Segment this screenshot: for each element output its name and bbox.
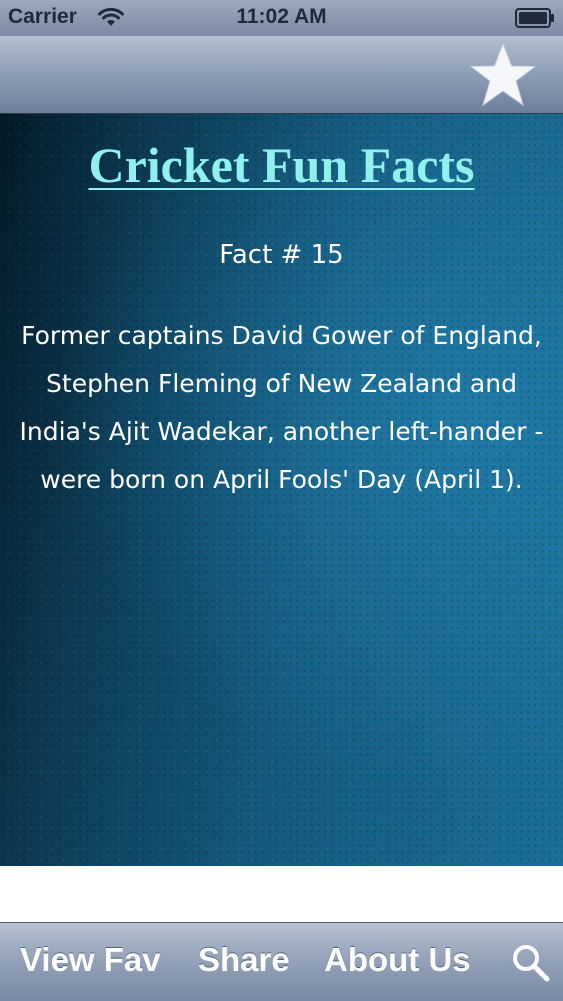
navigation-bar [0, 36, 563, 114]
view-fav-button[interactable]: View Fav [20, 941, 161, 979]
page-title: Cricket Fun Facts [88, 137, 475, 193]
status-time: 11:02 AM [236, 5, 327, 28]
share-button[interactable]: Share [198, 941, 290, 979]
status-bar: Carrier 11:02 AM [0, 0, 563, 36]
fact-content-area: Cricket Fun Facts Fact # 15 Former capta… [0, 114, 563, 866]
bottom-toolbar: View Fav Share About Us [0, 922, 563, 1001]
fact-text: Former captains David Gower of England, … [19, 321, 544, 494]
battery-icon [515, 8, 554, 28]
content-spacer [0, 866, 563, 922]
favorite-star-icon[interactable] [467, 42, 539, 108]
about-us-button[interactable]: About Us [324, 941, 471, 979]
fact-number: Fact # 15 [219, 240, 344, 270]
search-icon[interactable] [509, 941, 551, 983]
